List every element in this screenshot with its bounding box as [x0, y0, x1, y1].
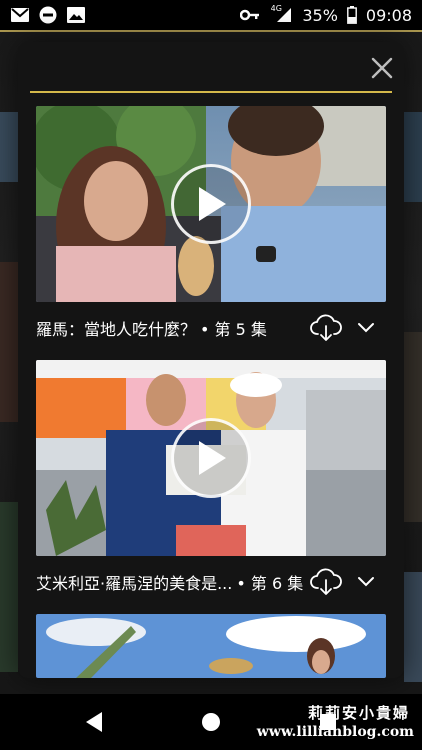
- play-icon: [199, 441, 226, 475]
- back-icon: [86, 712, 102, 732]
- battery-percent: 35%: [302, 5, 338, 25]
- episode-title[interactable]: 艾米利亞·羅馬涅的美食是...: [36, 570, 232, 594]
- navigation-bar: 莉莉安小貴婦 www.lillianblog.com: [0, 694, 422, 750]
- back-button[interactable]: [82, 710, 106, 734]
- episode-info-row: 艾米利亞·羅馬涅的美食是... • 第 6 集: [36, 558, 386, 606]
- play-button[interactable]: [171, 418, 251, 498]
- status-left: [10, 5, 86, 25]
- chevron-down-icon: [358, 323, 374, 333]
- chevron-down-icon: [358, 577, 374, 587]
- bg-fragment: [404, 572, 422, 682]
- key-icon: [240, 5, 260, 25]
- episode-thumbnail[interactable]: [36, 614, 386, 678]
- home-button[interactable]: [199, 710, 223, 734]
- sheet-divider: [30, 91, 392, 93]
- expand-button[interactable]: [346, 562, 386, 602]
- episode-thumbnail[interactable]: [36, 106, 386, 302]
- bg-fragment: [404, 332, 422, 522]
- clock: 09:08: [365, 5, 412, 25]
- image-icon: [66, 5, 86, 25]
- network-label: 4G: [270, 3, 282, 13]
- bg-fragment: [0, 262, 18, 422]
- home-icon: [202, 713, 220, 731]
- episode-number: • 第 6 集: [236, 574, 304, 593]
- bg-fragment: [0, 502, 18, 672]
- episode-card: 艾米利亞·羅馬涅的美食是... • 第 6 集: [36, 360, 386, 606]
- episode-info-row: 羅馬：當地人吃什麼？ • 第 5 集: [36, 304, 386, 352]
- episode-card: 羅馬：當地人吃什麼？ • 第 5 集: [36, 106, 386, 352]
- watermark-url: www.lillianblog.com: [256, 724, 414, 740]
- gmail-icon: [10, 5, 30, 25]
- cloud-download-icon: [310, 314, 342, 341]
- battery-icon: [346, 5, 358, 25]
- sheet-header: [18, 42, 404, 90]
- episode-sheet: 羅馬：當地人吃什麼？ • 第 5 集 艾米利亞·羅馬涅的美食是... • 第 6…: [18, 42, 404, 678]
- signal-icon: 4G: [268, 3, 294, 25]
- status-bar: 4G 35% 09:08: [0, 0, 422, 30]
- expand-button[interactable]: [346, 308, 386, 348]
- close-icon: [371, 57, 393, 79]
- watermark-name: 莉莉安小貴婦: [307, 704, 410, 722]
- play-button[interactable]: [171, 164, 251, 244]
- thumbnail-image: [36, 614, 386, 678]
- cloud-download-icon: [310, 568, 342, 595]
- bg-fragment: [0, 112, 18, 182]
- do-not-disturb-icon: [38, 5, 58, 25]
- play-icon: [199, 187, 226, 221]
- close-button[interactable]: [370, 56, 394, 80]
- episode-number: • 第 5 集: [200, 320, 267, 339]
- episode-card: [36, 614, 386, 678]
- episode-thumbnail[interactable]: [36, 360, 386, 556]
- bg-fragment: [404, 112, 422, 202]
- episode-title[interactable]: 羅馬：當地人吃什麼？: [36, 316, 196, 340]
- status-right: 4G 35% 09:08: [240, 3, 412, 25]
- download-button[interactable]: [306, 308, 346, 348]
- download-button[interactable]: [306, 562, 346, 602]
